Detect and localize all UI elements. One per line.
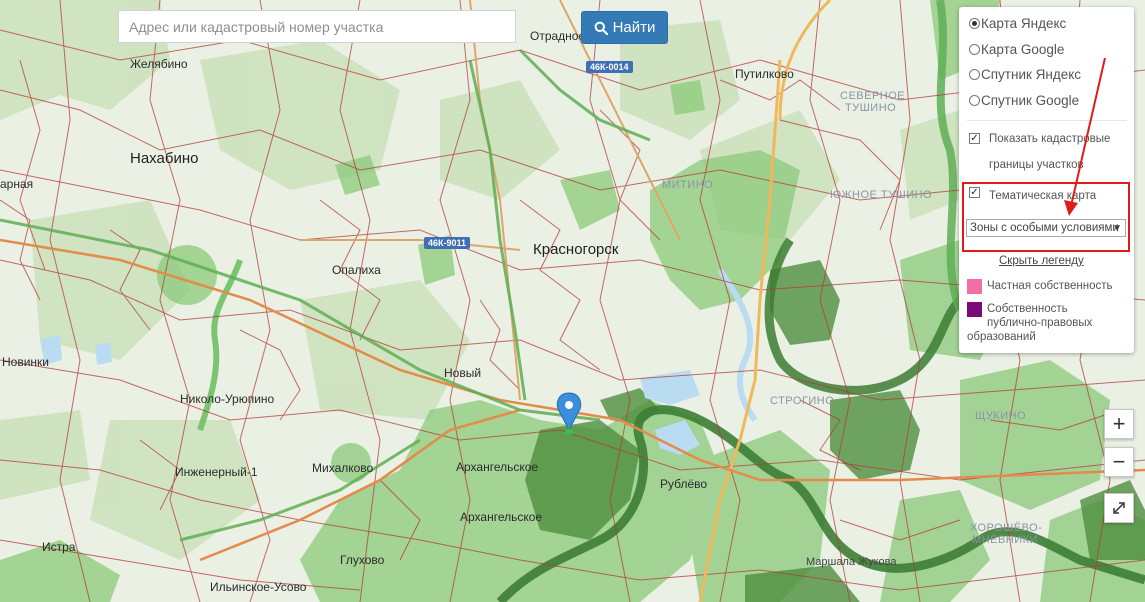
layer-option-label: Карта Яндекс — [981, 16, 1067, 31]
cadastral-label-line1: Показать кадастровые — [989, 133, 1111, 145]
layer-panel: Карта Яндекс Карта Google Спутник Яндекс… — [959, 7, 1134, 353]
road-badge-46k0014: 46К-0014 — [586, 61, 633, 73]
zoom-out-button[interactable]: − — [1104, 447, 1134, 477]
legend-public-label-line3: образований — [967, 331, 1036, 343]
chevron-down-icon: ▼ — [1112, 223, 1122, 234]
legend-public-swatch — [967, 302, 982, 317]
layer-option-google-map[interactable]: Карта Google — [969, 42, 1064, 57]
radio-selected-icon[interactable] — [969, 18, 980, 29]
layer-option-label: Спутник Яндекс — [981, 67, 1082, 82]
hide-legend-link[interactable]: Скрыть легенду — [999, 255, 1084, 267]
thematic-map-label: Тематическая карта — [989, 190, 1097, 202]
legend-public-label-line2: публично-правовых — [987, 317, 1093, 329]
layer-option-label: Карта Google — [981, 42, 1065, 57]
radio-icon[interactable] — [969, 69, 980, 80]
fullscreen-button[interactable] — [1104, 493, 1134, 523]
legend-private-label: Частная собственность — [987, 280, 1113, 292]
thematic-map-select[interactable]: Зоны с особыми условиями ▼ — [966, 219, 1126, 237]
address-search-input[interactable] — [118, 10, 516, 43]
find-button[interactable]: Найти — [581, 11, 668, 44]
thematic-map-checkbox[interactable]: ✓ — [969, 187, 980, 198]
search-icon — [594, 21, 608, 35]
layer-option-label: Спутник Google — [981, 93, 1080, 108]
layer-option-google-satellite[interactable]: Спутник Google — [969, 93, 1079, 108]
cadastral-checkbox[interactable]: ✓ — [969, 133, 980, 144]
legend-private-swatch — [967, 279, 982, 294]
road-badge-46k9011: 46К-9011 — [424, 237, 471, 249]
expand-icon — [1113, 502, 1125, 514]
radio-icon[interactable] — [969, 44, 980, 55]
legend-public-label-line1: Собственность — [987, 303, 1068, 315]
find-button-label: Найти — [612, 19, 656, 36]
zoom-in-button[interactable]: + — [1104, 409, 1134, 439]
layer-option-yandex-satellite[interactable]: Спутник Яндекс — [969, 67, 1081, 82]
panel-divider — [967, 120, 1127, 121]
thematic-map-select-value: Зоны с особыми условиями — [970, 222, 1119, 234]
radio-icon[interactable] — [969, 95, 980, 106]
layer-option-yandex-map[interactable]: Карта Яндекс — [969, 16, 1066, 31]
cadastral-label-line2: границы участков — [989, 159, 1084, 171]
